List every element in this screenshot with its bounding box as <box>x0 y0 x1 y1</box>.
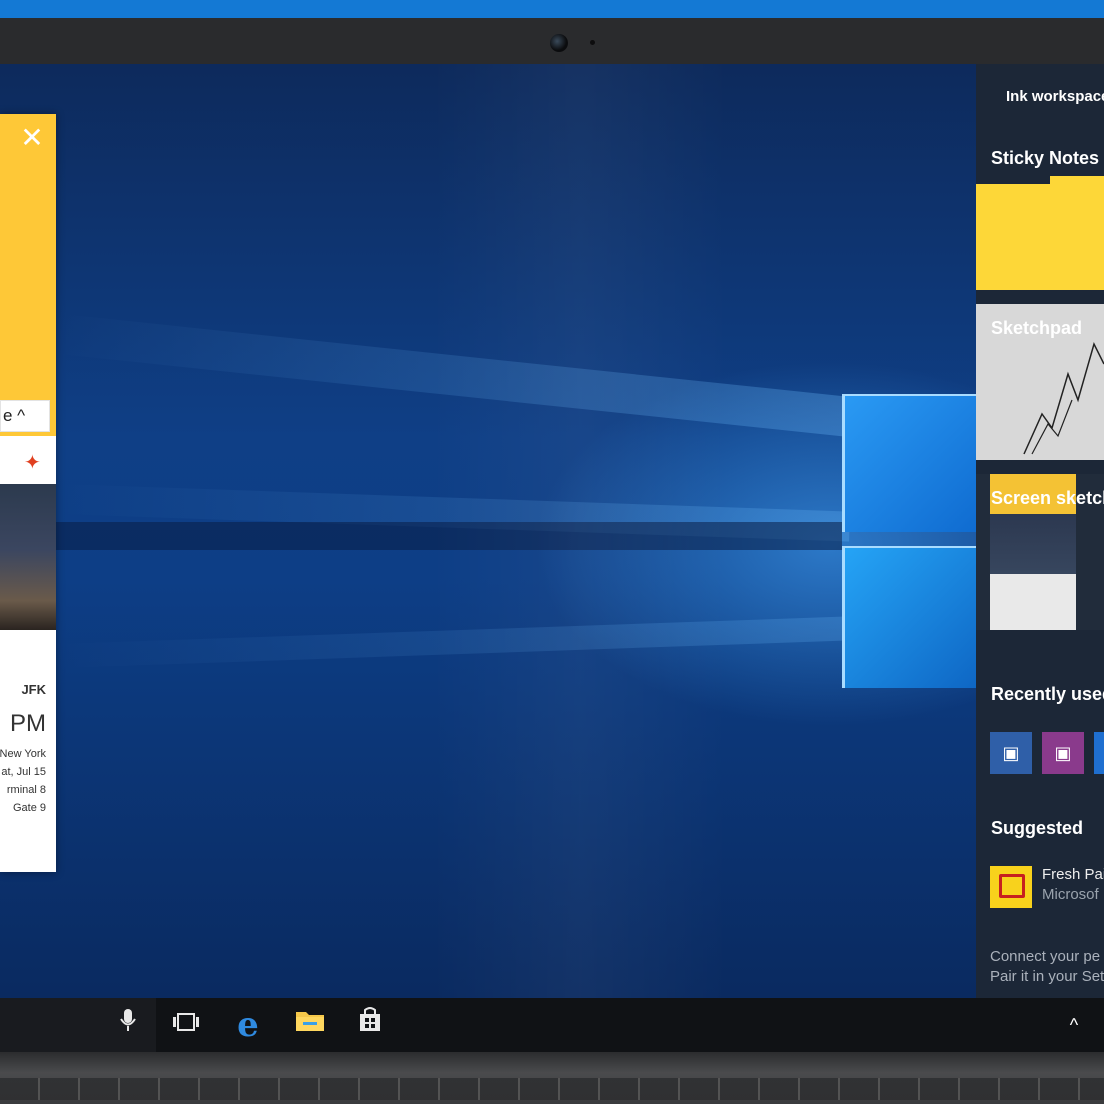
file-explorer-icon[interactable] <box>290 1005 330 1045</box>
sketchpad-tile[interactable]: Sketchpad <box>976 304 1104 460</box>
flight-gate: Gate 9 <box>12 802 46 814</box>
cortana-card-panel: ✕ e ^ ✦ JFK PM New York at, Jul 15 rmina… <box>0 114 56 872</box>
tray-chevron-up-icon[interactable]: ^ <box>1064 1010 1084 1040</box>
expand-chip-button[interactable]: e ^ <box>0 400 50 432</box>
suggested-title: Suggested <box>991 818 1084 838</box>
ink-workspace-title: Ink workspace <box>1006 88 1104 105</box>
sketchpad-title: Sketchpad <box>991 318 1083 338</box>
pen-connect-text: Connect your pe <box>990 948 1101 965</box>
flight-date: at, Jul 15 <box>1 766 46 778</box>
onenote-like-app-icon[interactable]: ▣ <box>1042 732 1084 774</box>
cortana-card-header <box>0 114 56 436</box>
flight-time: PM <box>10 710 46 737</box>
top-blue-strip <box>0 0 1104 18</box>
microphone-icon[interactable] <box>108 1005 148 1045</box>
flight-city: New York <box>0 748 46 760</box>
sticky-notes-tile[interactable] <box>976 184 1104 290</box>
close-icon[interactable]: ✕ <box>18 124 46 152</box>
airline-logo-icon: ✦ <box>24 452 41 474</box>
recently-used-title: Recently used <box>991 684 1104 704</box>
camera-indicator <box>590 40 595 45</box>
wallpaper-shade <box>430 64 730 998</box>
desktop-wallpaper <box>0 64 976 998</box>
store-icon[interactable] <box>350 1005 390 1045</box>
pen-pair-link[interactable]: Pair it in your Set <box>990 968 1104 985</box>
fresh-paint-icon[interactable] <box>990 866 1032 908</box>
flight-code: JFK <box>21 682 46 697</box>
suggested-app-name[interactable]: Fresh Pai <box>1042 866 1104 883</box>
city-photo <box>0 484 56 630</box>
taskbar: e ^ <box>0 998 1104 1052</box>
windows-logo-pane <box>842 394 976 532</box>
screen-sketch-tile[interactable]: Screen sketch <box>976 474 1104 630</box>
keyboard-keys <box>0 1078 1104 1100</box>
sticky-notes-title: Sticky Notes <box>991 148 1100 168</box>
flight-terminal: rminal 8 <box>6 784 46 796</box>
ink-workspace-panel: Ink workspace Sticky Notes Sketchpad Scr… <box>976 64 1104 998</box>
teams-like-app-icon[interactable]: ▣ <box>990 732 1032 774</box>
blue-app-icon[interactable] <box>1094 732 1104 774</box>
suggested-app-publisher: Microsof <box>1042 886 1099 903</box>
webcam-icon <box>550 34 568 52</box>
task-view-icon[interactable] <box>166 1005 206 1045</box>
windows-logo-pane <box>842 546 976 688</box>
screen-sketch-title: Screen sketch <box>991 488 1104 508</box>
edge-icon[interactable]: e <box>228 1005 268 1045</box>
